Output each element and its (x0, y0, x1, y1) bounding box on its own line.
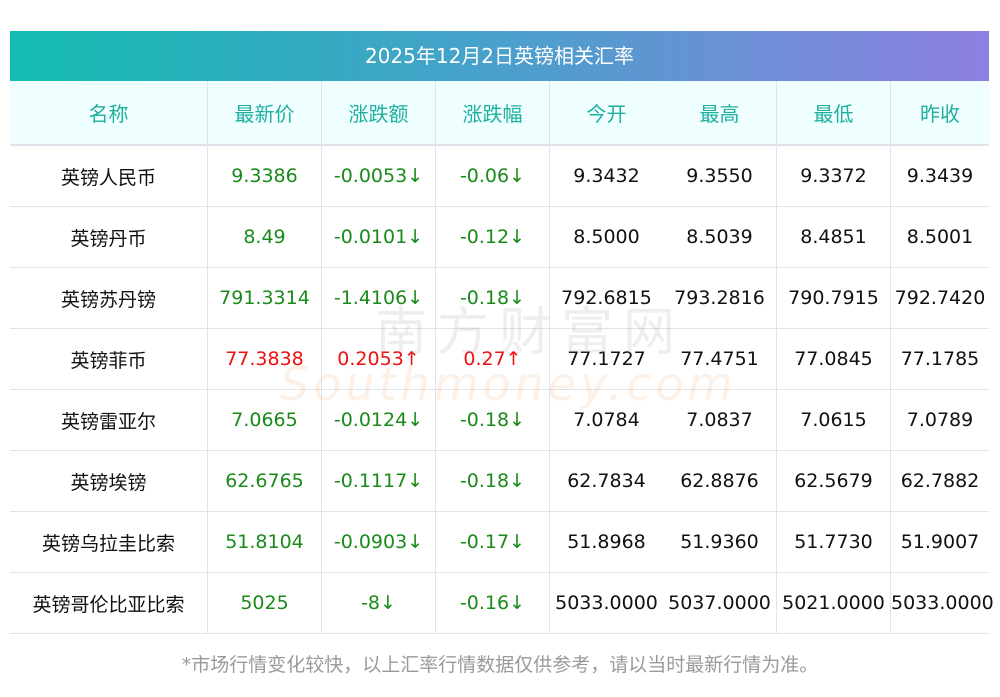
change-amount: -1.4106↓ (321, 267, 436, 329)
prev-close: 62.7882 (890, 450, 989, 512)
prev-close: 8.5001 (890, 206, 989, 268)
change-percent: -0.18↓ (435, 267, 550, 329)
open-price: 77.1727 (549, 328, 663, 390)
table-row: 英镑苏丹镑 791.3314 -1.4106↓ -0.18↓ 792.6815 793.2… (10, 267, 989, 329)
low-price: 790.7915 (776, 267, 891, 329)
latest-price: 62.6765 (207, 450, 322, 512)
high-price: 793.2816 (663, 267, 777, 329)
header-change: 涨跌额 (321, 81, 436, 146)
currency-name: 英镑雷亚尔 (10, 389, 208, 451)
latest-price: 8.49 (207, 206, 322, 268)
open-price: 62.7834 (549, 450, 663, 512)
change-amount: -0.0053↓ (321, 145, 436, 207)
latest-price: 5025 (207, 572, 322, 634)
low-price: 7.0615 (776, 389, 891, 451)
exchange-rate-table: 名称 最新价 涨跌额 涨跌幅 今开 最高 最低 昨收 英镑人民币 9.3386 -0… (10, 81, 994, 634)
low-price: 5021.0000 (776, 572, 891, 634)
table-row: 英镑人民币 9.3386 -0.0053↓ -0.06↓ 9.3432 9.3550 9.3… (10, 145, 989, 207)
latest-price: 51.8104 (207, 511, 322, 573)
header-latest: 最新价 (207, 81, 322, 146)
prev-close: 9.3439 (890, 145, 989, 207)
change-amount: 0.2053↑ (321, 328, 436, 390)
open-price: 5033.0000 (549, 572, 663, 634)
currency-name: 英镑人民币 (10, 145, 208, 207)
change-percent: 0.27↑ (435, 328, 550, 390)
change-percent: -0.18↓ (435, 389, 550, 451)
change-amount: -8↓ (321, 572, 436, 634)
high-price: 9.3550 (663, 145, 777, 207)
table-row: 英镑雷亚尔 7.0665 -0.0124↓ -0.18↓ 7.0784 7.0837 7.0… (10, 389, 989, 451)
header-prev: 昨收 (890, 81, 989, 146)
header-low: 最低 (776, 81, 891, 146)
latest-price: 9.3386 (207, 145, 322, 207)
change-percent: -0.16↓ (435, 572, 550, 634)
header-open: 今开 (549, 81, 663, 146)
open-price: 51.8968 (549, 511, 663, 573)
change-amount: -0.0124↓ (321, 389, 436, 451)
high-price: 62.8876 (663, 450, 777, 512)
table-row: 英镑哥伦比亚比索 5025 -8↓ -0.16↓ 5033.0000 5037.0000 5… (10, 572, 994, 634)
currency-name: 英镑乌拉圭比索 (10, 511, 208, 573)
currency-name: 英镑哥伦比亚比索 (10, 572, 208, 634)
prev-close: 5033.0000 (890, 572, 994, 634)
prev-close: 792.7420 (890, 267, 989, 329)
disclaimer-note: *市场行情变化较快，以上汇率行情数据仅供参考，请以当时最新行情为准。 (181, 654, 819, 676)
open-price: 792.6815 (549, 267, 663, 329)
change-percent: -0.12↓ (435, 206, 550, 268)
latest-price: 7.0665 (207, 389, 322, 451)
table-header-row: 名称 最新价 涨跌额 涨跌幅 今开 最高 最低 昨收 (10, 81, 989, 146)
prev-close: 51.9007 (890, 511, 989, 573)
currency-name: 英镑埃镑 (10, 450, 208, 512)
table-row: 英镑菲币 77.3838 0.2053↑ 0.27↑ 77.1727 77.4751 77.… (10, 328, 989, 390)
low-price: 9.3372 (776, 145, 891, 207)
change-percent: -0.17↓ (435, 511, 550, 573)
open-price: 9.3432 (549, 145, 663, 207)
low-price: 8.4851 (776, 206, 891, 268)
latest-price: 791.3314 (207, 267, 322, 329)
prev-close: 77.1785 (890, 328, 989, 390)
change-percent: -0.18↓ (435, 450, 550, 512)
header-pct: 涨跌幅 (435, 81, 550, 146)
high-price: 8.5039 (663, 206, 777, 268)
header-high: 最高 (663, 81, 777, 146)
currency-name: 英镑菲币 (10, 328, 208, 390)
low-price: 62.5679 (776, 450, 891, 512)
prev-close: 7.0789 (890, 389, 989, 451)
change-amount: -0.1117↓ (321, 450, 436, 512)
table-row: 英镑埃镑 62.6765 -0.1117↓ -0.18↓ 62.7834 62.8876 6… (10, 450, 989, 512)
currency-name: 英镑丹币 (10, 206, 208, 268)
change-amount: -0.0903↓ (321, 511, 436, 573)
high-price: 7.0837 (663, 389, 777, 451)
open-price: 7.0784 (549, 389, 663, 451)
table-row: 英镑乌拉圭比索 51.8104 -0.0903↓ -0.17↓ 51.8968 51.93… (10, 511, 989, 573)
change-amount: -0.0101↓ (321, 206, 436, 268)
currency-name: 英镑苏丹镑 (10, 267, 208, 329)
high-price: 5037.0000 (663, 572, 777, 634)
table-row: 英镑丹币 8.49 -0.0101↓ -0.12↓ 8.5000 8.5039 8.4851… (10, 206, 989, 268)
high-price: 77.4751 (663, 328, 777, 390)
low-price: 51.7730 (776, 511, 891, 573)
header-name: 名称 (10, 81, 208, 146)
open-price: 8.5000 (549, 206, 663, 268)
latest-price: 77.3838 (207, 328, 322, 390)
table-title: 2025年12月2日英镑相关汇率 (10, 31, 989, 81)
change-percent: -0.06↓ (435, 145, 550, 207)
low-price: 77.0845 (776, 328, 891, 390)
high-price: 51.9360 (663, 511, 777, 573)
